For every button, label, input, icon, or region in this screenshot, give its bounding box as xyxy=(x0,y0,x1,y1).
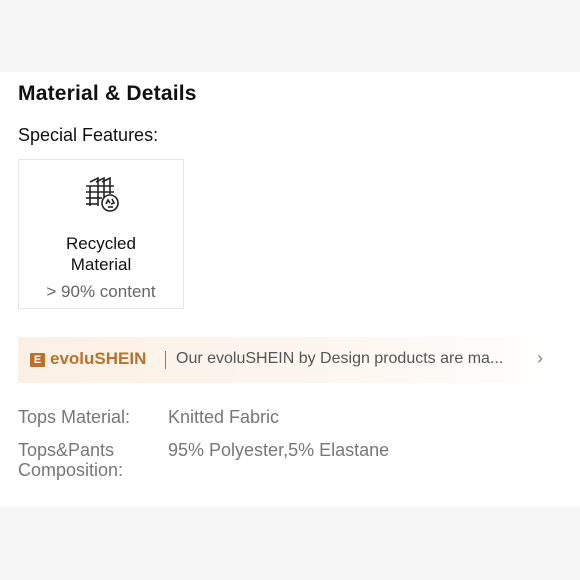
feature-value: > 90% content xyxy=(46,282,156,301)
chevron-right-icon[interactable]: › xyxy=(537,348,543,369)
spec-label-composition: Tops&Pants Composition: xyxy=(18,440,124,480)
banner-divider xyxy=(165,351,166,369)
spec-value-tops-material: Knitted Fabric xyxy=(168,407,280,427)
section-title: Material & Details xyxy=(18,82,197,105)
spec-value-composition: 95% Polyester,5% Elastane xyxy=(168,440,390,460)
evolushein-logo-icon: E xyxy=(30,353,45,367)
banner-description: Our evoluSHEIN by Design products are ma… xyxy=(176,350,504,367)
spec-label-tops-material: Tops Material: xyxy=(18,407,131,427)
feature-card-recycled: Recycled Material > 90% content xyxy=(18,159,184,309)
feature-name: Recycled Material xyxy=(66,234,136,274)
evolushein-banner[interactable]: E evoluSHEIN Our evoluSHEIN by Design pr… xyxy=(18,337,558,383)
material-details-card: Material & Details Special Features: Rec… xyxy=(0,72,580,507)
evolushein-brand-name: evoluSHEIN xyxy=(50,349,147,368)
recycled-fabric-icon xyxy=(86,176,119,212)
special-features-label: Special Features: xyxy=(18,125,159,145)
